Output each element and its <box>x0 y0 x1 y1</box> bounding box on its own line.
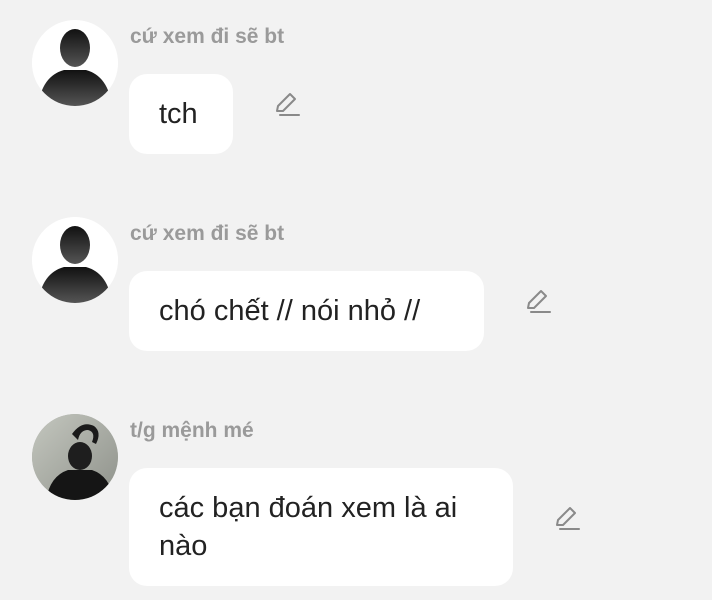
silhouette-avatar-icon <box>32 217 118 303</box>
avatar[interactable] <box>32 20 118 106</box>
sender-name: cứ xem đi sẽ bt <box>130 222 285 245</box>
message-bubble[interactable]: tch <box>129 74 233 154</box>
sender-name: cứ xem đi sẽ bt <box>130 25 285 48</box>
pencil-edit-icon[interactable] <box>551 503 581 533</box>
pencil-edit-icon[interactable] <box>271 89 301 119</box>
pencil-edit-icon[interactable] <box>522 286 552 316</box>
silhouette-avatar-icon <box>32 20 118 106</box>
avatar[interactable] <box>32 217 118 303</box>
photo-avatar <box>32 414 118 500</box>
message-bubble[interactable]: các bạn đoán xem là ai nào <box>129 468 513 586</box>
sender-name: t/g mệnh mé <box>130 419 254 442</box>
message-bubble[interactable]: chó chết // nói nhỏ // <box>129 271 484 351</box>
avatar[interactable] <box>32 414 118 500</box>
